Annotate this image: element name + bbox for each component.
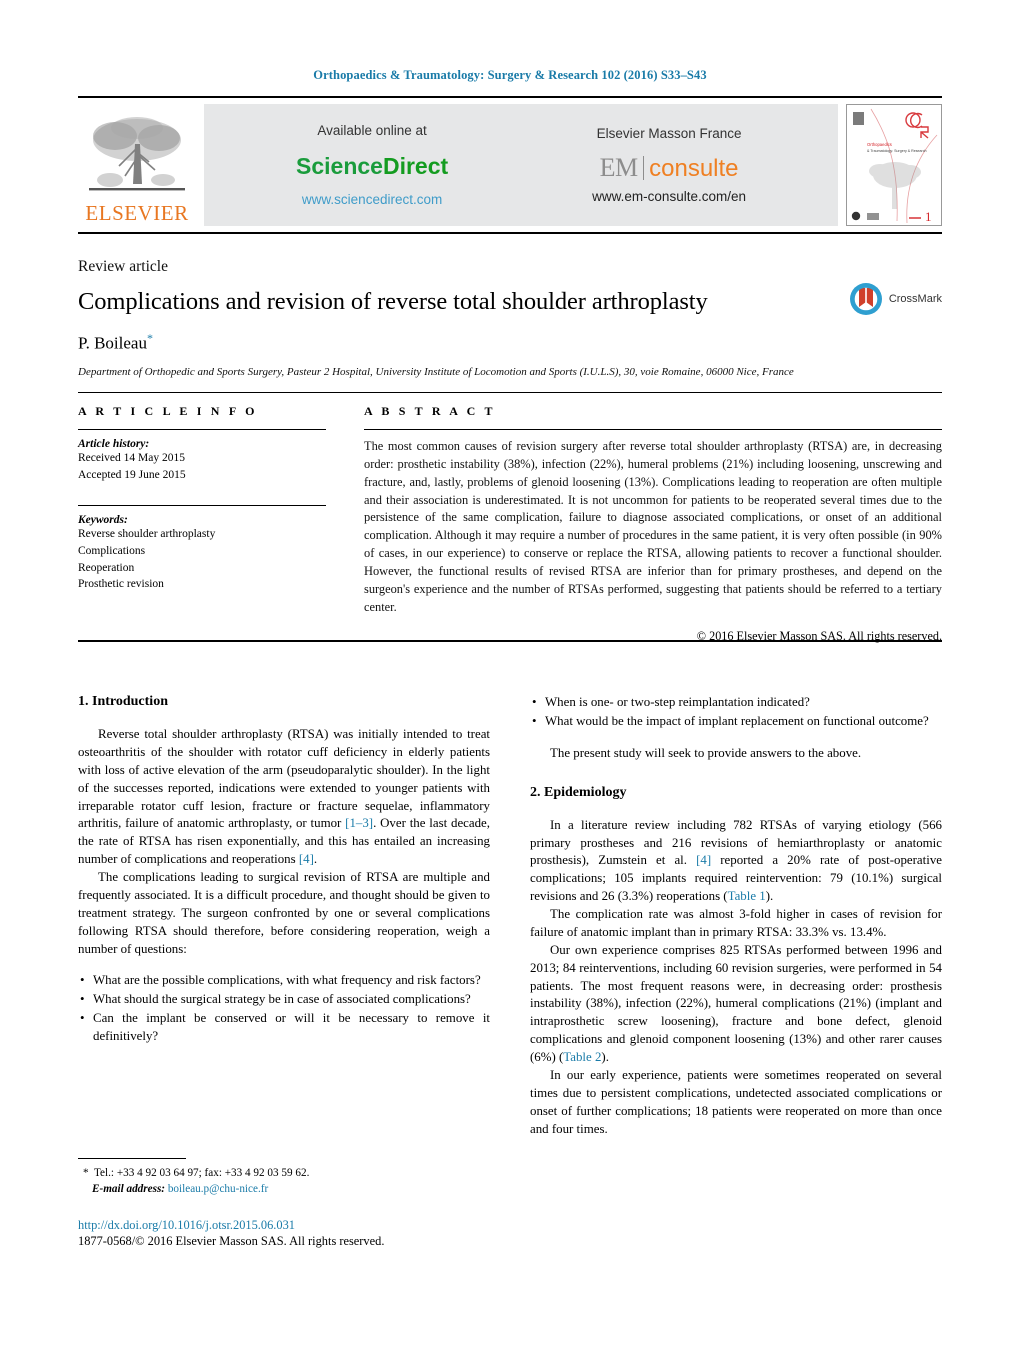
footnote-contact: * Tel.: +33 4 92 03 64 97; fax: +33 4 92… [78,1166,490,1182]
doi-url[interactable]: http://dx.doi.org/10.1016/j.otsr.2015.06… [78,1217,498,1233]
article-info-rule [78,429,326,430]
footnote-email-line: E-mail address: boileau.p@chu-nice.fr [78,1182,490,1198]
intro-text-a: Reverse total shoulder arthroplasty (RTS… [78,727,490,831]
author-footnote-marker[interactable]: * [147,331,153,345]
running-head: Orthopaedics & Traumatology: Surgery & R… [313,68,707,82]
list-item: When is one- or two-step reimplantation … [530,694,942,712]
paragraph-intro-2: The complications leading to surgical re… [78,870,490,956]
keyword-item: Complications [78,545,146,558]
crossmark-label: CrossMark [888,293,942,305]
section-heading-introduction: 1. Introduction [78,694,168,709]
emconsulte-em-text: EM [599,153,639,182]
epi-text-c: ). [765,889,774,904]
issn-copyright: 1877-0568/© 2016 Elsevier Masson SAS. Al… [78,1234,385,1249]
body-columns: 1. Introduction Reverse total shoulder a… [78,694,942,1138]
journal-cover-thumbnail: Orthopaedics & Traumatology: Surgery & R… [846,104,942,226]
footnote-block: * Tel.: +33 4 92 03 64 97; fax: +33 4 92… [78,1158,490,1198]
elsevier-tree-icon [89,117,185,191]
paragraph-epi-2: The complication rate was almost 3-fold … [530,907,942,939]
accepted-date: Accepted 19 June 2015 [78,468,186,481]
sciencedirect-block: Available online at ScienceDirect www.sc… [296,122,448,208]
table-link-2[interactable]: Table 2 [563,1050,601,1064]
elsevier-masson-label: Elsevier Masson France [596,125,742,141]
footnote-rule [78,1158,186,1159]
emconsulte-url[interactable]: www.em-consulte.com/en [592,188,746,205]
list-item: What are the possible complications, wit… [78,972,490,990]
body-left-column: 1. Introduction Reverse total shoulder a… [78,694,490,1138]
epi3-text-a: Our own experience comprises 825 RTSAs p… [530,942,942,1064]
sciencedirect-direct-text: Direct [382,153,449,180]
doi-block: http://dx.doi.org/10.1016/j.otsr.2015.06… [78,1217,498,1249]
journal-cover-artwork: Orthopaedics & Traumatology: Surgery & R… [847,105,941,225]
keyword-item: Prosthetic revision [78,578,164,591]
elsevier-wordmark: ELSEVIER [85,201,189,225]
questions-list-left: What are the possible complications, wit… [78,972,490,1046]
article-info-column: A R T I C L E I N F O Article history: R… [78,404,350,644]
info-abstract-region: A R T I C L E I N F O Article history: R… [78,404,942,644]
author-line: P. Boileau* [78,331,942,354]
section-heading-epidemiology: 2. Epidemiology [530,784,627,800]
list-item: What would be the impact of implant repl… [530,713,942,731]
paragraph-epi-1: In a literature review including 782 RTS… [530,817,942,906]
citation-ref-4[interactable]: [4] [299,852,314,866]
paper-page: Orthopaedics & Traumatology: Surgery & R… [0,0,1020,1351]
list-item: What should the surgical strategy be in … [78,991,490,1009]
svg-text:Orthopaedics: Orthopaedics [867,142,892,147]
emconsulte-consulte-text: consulte [649,155,739,182]
article-history-label: Article history: [78,438,150,450]
epi3-text-b: ). [601,1050,609,1064]
page-title: Complications and revision of reverse to… [78,288,708,315]
elsevier-logo: ELSEVIER [78,104,196,226]
table-link-1[interactable]: Table 1 [728,889,766,903]
citation-ref-4-epi[interactable]: [4] [696,853,711,867]
crossmark-icon[interactable] [849,282,883,316]
masthead-bottom-rule [78,232,942,234]
questions-list-right: When is one- or two-step reimplantation … [530,694,942,731]
author-name: P. Boileau [78,333,147,353]
affiliation: Department of Orthopedic and Sports Surg… [78,365,794,378]
title-block: Review article Complications and revisio… [78,258,942,378]
svg-text:1: 1 [925,209,932,224]
footnote-phone-fax: Tel.: +33 4 92 03 64 97; fax: +33 4 92 0… [94,1167,310,1179]
paragraph-epi-4: In our early experience, patients were s… [530,1067,942,1136]
emconsulte-block: Elsevier Masson France EM consulte www.em… [592,125,746,206]
received-date: Received 14 May 2015 [78,452,185,464]
article-info-heading: A R T I C L E I N F O [78,404,258,418]
abstract-rule [364,429,942,430]
abstract-text: The most common causes of revision surge… [364,439,942,614]
keyword-item: Reverse shoulder arthroplasty [78,528,216,541]
abstract-column: A B S T R A C T The most common causes o… [350,404,942,644]
paragraph-intro-1: Reverse total shoulder arthroplasty (RTS… [78,726,490,869]
keyword-item: Reoperation [78,561,135,574]
footnote-marker: * [83,1167,89,1179]
available-online-label: Available online at [317,123,427,139]
emconsulte-divider-icon [642,156,645,180]
crossmark-badge[interactable]: CrossMark [849,282,942,316]
masthead-banner: ELSEVIER Available online at ScienceDire… [78,96,942,234]
sciencedirect-url[interactable]: www.sciencedirect.com [296,191,448,208]
online-availability-banner: Available online at ScienceDirect www.sc… [204,104,838,226]
keywords-label: Keywords: [78,514,128,527]
citation-ref-1-3[interactable]: [1–3] [345,816,373,830]
intro-text-c: . [313,852,318,867]
sciencedirect-wordmark: ScienceDirect [296,152,448,181]
svg-text:& Traumatology: Surgery & Rese: & Traumatology: Surgery & Research [867,149,927,153]
paragraph-present-study: The present study will seek to provide a… [550,745,862,760]
info-top-rule [78,392,942,393]
abstract-heading: A B S T R A C T [364,404,496,418]
body-right-column: When is one- or two-step reimplantation … [530,694,942,1138]
abstract-bottom-rule [78,640,942,642]
emconsulte-wordmark: EM consulte [592,155,746,181]
article-type-label: Review article [78,258,168,275]
sciencedirect-science-text: Science [296,153,383,180]
list-item: Can the implant be conserved or will it … [78,1010,490,1046]
keywords-rule [78,505,326,507]
paragraph-epi-3: Our own experience comprises 825 RTSAs p… [530,942,942,1067]
email-address-label: E-mail address: [92,1182,166,1195]
email-address-value[interactable]: boileau.p@chu-nice.fr [168,1183,268,1195]
